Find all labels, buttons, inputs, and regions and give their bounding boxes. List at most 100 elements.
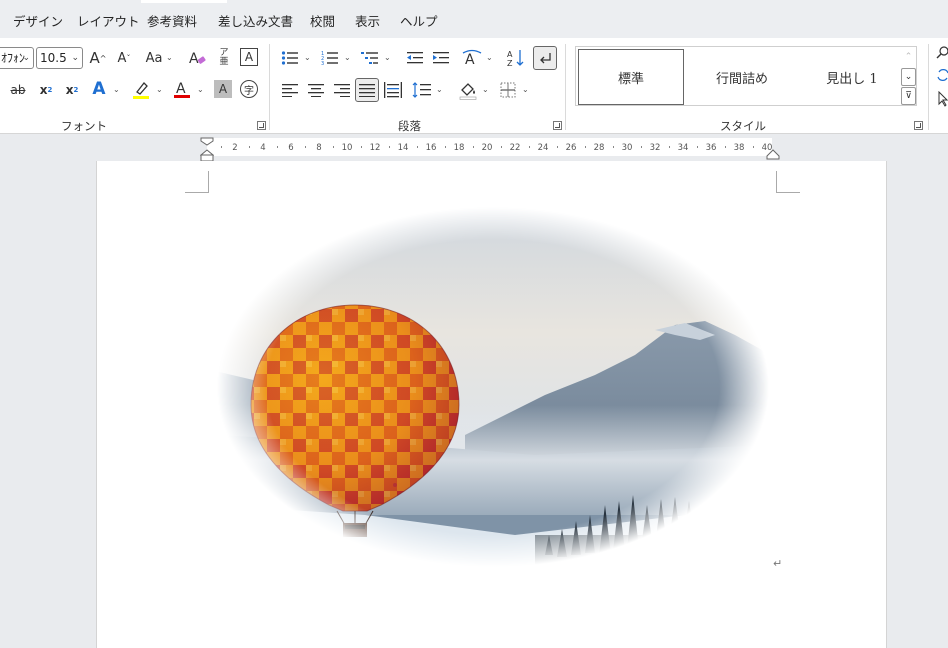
font-color-icon[interactable]: A [172, 78, 192, 100]
ruler-tick-mark [277, 146, 278, 148]
style-no-spacing[interactable]: 行間詰め [688, 49, 796, 105]
font-size-combo[interactable]: 10.5 ⌄ [36, 47, 83, 69]
highlighter-icon[interactable] [130, 79, 152, 101]
svg-text:Z: Z [507, 59, 513, 68]
find-icon[interactable] [936, 44, 948, 62]
font-group-label: フォント [61, 119, 107, 133]
styles-dialog-launcher[interactable] [914, 121, 923, 130]
ruler-tick-mark [305, 146, 306, 148]
chevron-down-icon: ⌄ [436, 85, 443, 94]
tab-references[interactable]: 参考資料 [147, 11, 197, 30]
line-spacing-icon[interactable] [411, 79, 433, 101]
gallery-scroll-down-icon[interactable]: ⌄ [901, 68, 916, 86]
tab-review[interactable]: 校閲 [310, 11, 335, 30]
justify-icon[interactable] [355, 78, 379, 102]
gallery-more-icon[interactable]: ⊽ [901, 87, 916, 105]
sort-icon[interactable]: AZ [505, 47, 527, 69]
select-icon[interactable] [936, 90, 948, 108]
margin-corner-mark [776, 171, 800, 193]
multilevel-list-icon[interactable] [360, 47, 380, 69]
ruler-tick-label: 10 [341, 143, 353, 153]
ruler-tick-mark [753, 146, 754, 148]
change-case-button[interactable]: Aa [142, 47, 166, 69]
ruler-tick-label: 8 [316, 143, 322, 153]
ruler-tick-mark [221, 146, 222, 148]
gallery-scroll-up-icon[interactable]: ⌃ [901, 48, 916, 66]
chevron-down-icon: ⌄ [304, 53, 311, 62]
ruler-tick-label: 22 [509, 143, 521, 153]
style-heading-1[interactable]: 見出し 1 [798, 49, 906, 105]
character-shading-icon[interactable]: A [214, 80, 232, 98]
clear-formatting-icon[interactable]: A [186, 47, 208, 69]
style-normal[interactable]: 標準 [578, 49, 684, 105]
distributed-icon[interactable] [383, 79, 403, 101]
tab-view[interactable]: 表示 [355, 11, 380, 30]
ruler-tick-mark [641, 146, 642, 148]
horizontal-ruler[interactable]: 2 4 6 8 10 12 14 16 18 20 22 24 26 28 30 32 34 36 38 40 [207, 138, 772, 156]
replace-icon[interactable] [936, 66, 948, 84]
svg-text:A: A [507, 50, 513, 59]
grow-font-icon[interactable]: A ^ [88, 47, 108, 69]
chevron-down-icon: ⌄ [113, 85, 120, 94]
borders-icon[interactable] [498, 79, 518, 101]
ruler-tick-mark [473, 146, 474, 148]
align-left-icon[interactable] [280, 79, 300, 101]
phonetic-guide-icon[interactable]: ア亜 [214, 47, 234, 69]
align-center-icon[interactable] [306, 79, 326, 101]
show-formatting-marks-icon[interactable] [533, 46, 557, 70]
numbering-icon[interactable]: 123 [320, 47, 340, 69]
ruler-tick-label: 36 [705, 143, 717, 153]
ruler-tick-label: 4 [260, 143, 266, 153]
ruler-tick-label: 34 [677, 143, 689, 153]
ruler-tick-label: 6 [288, 143, 294, 153]
strikethrough-icon[interactable]: ab [8, 79, 28, 101]
svg-text:A: A [176, 81, 186, 97]
ruler-tick-label: 20 [481, 143, 493, 153]
ruler-tick-mark [697, 146, 698, 148]
tab-layout[interactable]: レイアウト [77, 11, 140, 30]
character-border-icon[interactable]: A [240, 48, 258, 66]
right-indent-marker-icon[interactable] [766, 148, 780, 160]
chevron-down-icon: ⌄ [71, 53, 79, 63]
ruler-tick-mark [389, 146, 390, 148]
chevron-down-icon: ⌄ [482, 85, 489, 94]
style-gallery: 標準 行間詰め 見出し 1 [575, 46, 917, 106]
ruler-tick-mark [445, 146, 446, 148]
font-size-value: 10.5 [40, 51, 67, 65]
font-dialog-launcher[interactable] [257, 121, 266, 130]
ruler-tick-mark [361, 146, 362, 148]
ruler-tick-mark [557, 146, 558, 148]
chevron-down-icon: ⌄ [522, 85, 529, 94]
tab-design[interactable]: デザイン [13, 11, 63, 30]
ruler-tick-label: 18 [453, 143, 465, 153]
tab-help[interactable]: ヘルプ [400, 11, 438, 30]
ruler-tick-mark [501, 146, 502, 148]
change-case-label: Aa [145, 50, 163, 66]
ruler-tick-mark [333, 146, 334, 148]
indent-marker-icon[interactable] [200, 136, 214, 162]
ruler-tick-label: 16 [425, 143, 437, 153]
chevron-down-icon: ⌄ [197, 85, 204, 94]
balloon-photo-oval[interactable] [215, 205, 771, 569]
asian-layout-icon[interactable]: A [461, 47, 483, 69]
subscript-icon[interactable]: x2 [36, 79, 56, 101]
align-right-icon[interactable] [332, 79, 352, 101]
increase-indent-icon[interactable] [431, 47, 451, 69]
text-effects-icon[interactable]: A [88, 78, 110, 100]
document-page[interactable]: ↵ [96, 161, 887, 648]
menu-active-tab-indicator [141, 0, 227, 3]
tab-mailings[interactable]: 差し込み文書 [218, 11, 293, 30]
menu-bar: デザイン レイアウト 参考資料 差し込み文書 校閲 表示 ヘルプ [0, 0, 948, 38]
ruler-tick-label: 26 [565, 143, 577, 153]
paragraph-dialog-launcher[interactable] [553, 121, 562, 130]
ruler-tick-mark [249, 146, 250, 148]
ribbon: ｵﾌｫﾝ ⌄ 10.5 ⌄ A ^ Aˇ Aa ⌄ A ア亜 A ab x2 x2… [0, 38, 948, 134]
shrink-font-icon[interactable]: Aˇ [114, 47, 134, 69]
enclosed-character-icon[interactable]: 字 [240, 80, 258, 98]
font-name-combo[interactable]: ｵﾌｫﾝ ⌄ [0, 47, 34, 69]
ruler-tick-mark [613, 146, 614, 148]
shading-icon[interactable] [457, 79, 479, 101]
decrease-indent-icon[interactable] [405, 47, 425, 69]
bullets-icon[interactable] [280, 47, 300, 69]
superscript-icon[interactable]: x2 [62, 79, 82, 101]
